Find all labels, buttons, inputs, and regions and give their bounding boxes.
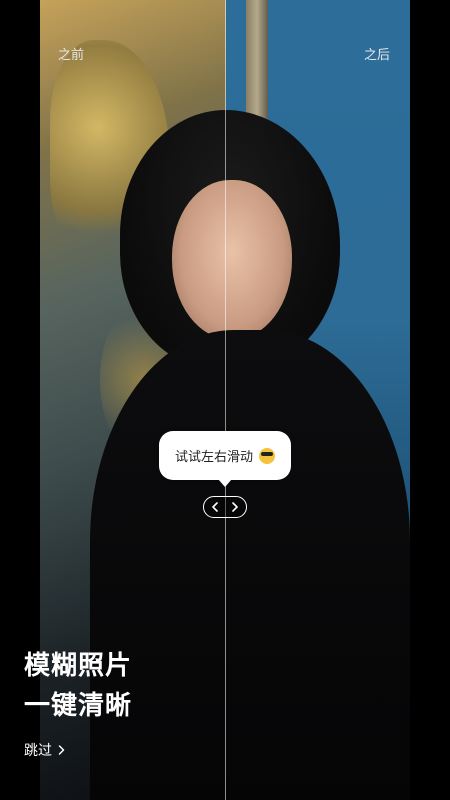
portrait-face <box>172 180 292 340</box>
onboarding-screen: 之前 之后 试试左右滑动 模糊照片 一键清晰 跳过 <box>0 0 450 800</box>
comparison-divider-line[interactable] <box>225 0 226 800</box>
swipe-hint-bubble: 试试左右滑动 <box>159 431 291 487</box>
skip-button[interactable]: 跳过 <box>24 740 65 760</box>
chevron-right-icon <box>232 502 238 512</box>
headline-line-2: 一键清晰 <box>24 691 133 721</box>
sunglasses-emoji-icon <box>259 447 275 464</box>
after-label: 之后 <box>364 48 391 63</box>
chevron-right-icon <box>58 745 65 755</box>
chevron-left-icon <box>212 502 218 512</box>
headline: 模糊照片 一键清晰 <box>24 646 132 726</box>
swipe-hint-text: 试试左右滑动 <box>174 450 253 465</box>
skip-label: 跳过 <box>24 743 52 759</box>
headline-line-1: 模糊照片 <box>24 651 133 681</box>
before-label: 之前 <box>58 48 85 63</box>
portrait-body <box>90 330 410 800</box>
slider-handle[interactable] <box>203 496 247 518</box>
